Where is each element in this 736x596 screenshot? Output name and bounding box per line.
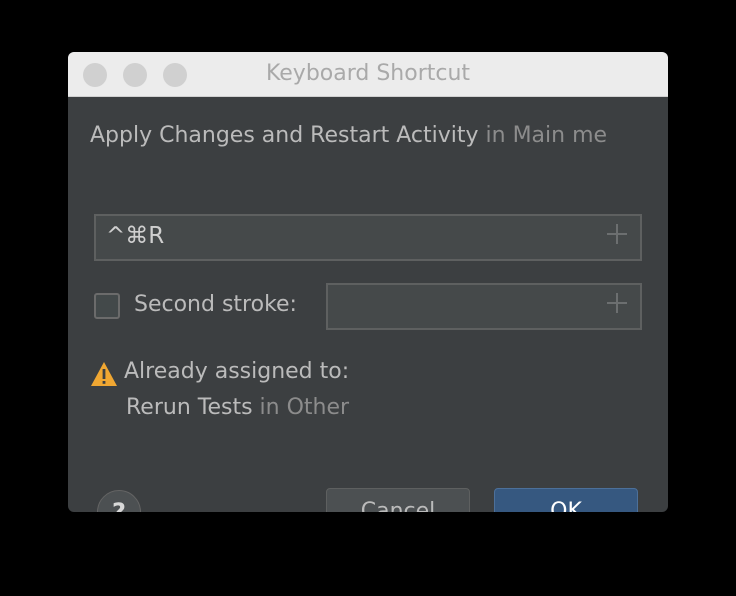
cancel-button[interactable]: Cancel	[326, 488, 470, 512]
plus-icon[interactable]	[606, 292, 628, 314]
title-bar: Keyboard Shortcut	[68, 52, 668, 97]
conflicting-shortcut: Rerun Tests in Other	[126, 395, 349, 420]
already-assigned-label: Already assigned to:	[124, 359, 350, 384]
dialog-content: Apply Changes and Restart Activity in Ma…	[68, 97, 668, 512]
keyboard-shortcut-dialog: Keyboard Shortcut Apply Changes and Rest…	[68, 52, 668, 512]
ok-button[interactable]: OK	[494, 488, 638, 512]
first-stroke-value: ^⌘R	[106, 223, 165, 249]
plus-icon[interactable]	[606, 223, 628, 245]
help-button[interactable]: ?	[97, 490, 141, 512]
first-stroke-field[interactable]: ^⌘R	[94, 214, 642, 261]
second-stroke-label: Second stroke:	[134, 292, 297, 317]
window-title: Keyboard Shortcut	[265, 61, 471, 86]
conflict-location: in Other	[259, 395, 350, 420]
conflict-action: Rerun Tests	[126, 395, 253, 420]
action-name: Apply Changes and Restart Activity	[90, 123, 479, 148]
action-description: Apply Changes and Restart Activity in Ma…	[90, 123, 607, 148]
second-stroke-field[interactable]	[326, 283, 642, 330]
action-location: in Main me	[485, 123, 608, 148]
second-stroke-checkbox[interactable]	[94, 293, 120, 319]
warning-icon	[91, 362, 117, 386]
